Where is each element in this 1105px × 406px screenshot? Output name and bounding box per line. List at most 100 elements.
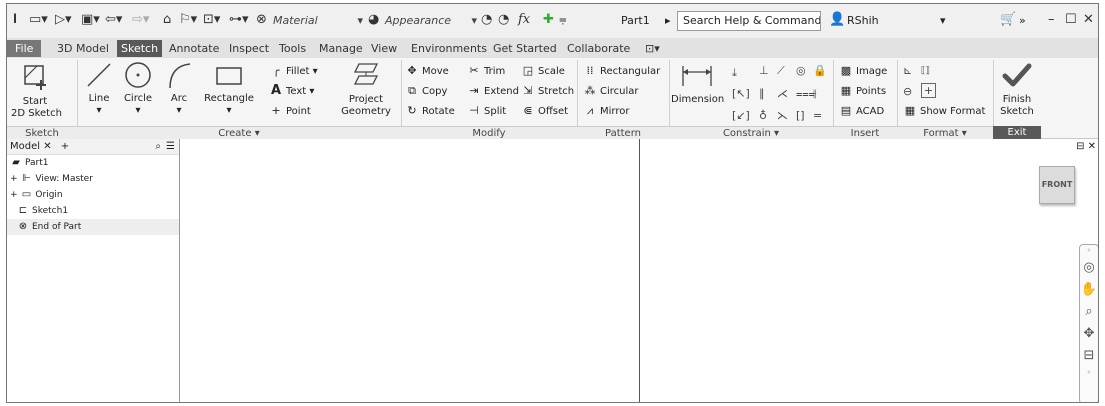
rectangle-button[interactable]: Rectangle ▾ [203,60,255,117]
perpendicular-constraint-icon[interactable]: ⊥ [759,64,769,78]
rectangular-pattern-button[interactable]: ⁞⁞ Rectangular [583,63,661,79]
tab-tools[interactable]: Tools [279,41,306,56]
insert-acad-button[interactable]: ▤ ACAD [839,103,884,119]
rotate-button[interactable]: ↻ Rotate [405,103,454,119]
open-file-icon[interactable]: ▷▾ [55,12,72,28]
add-icon[interactable]: ✚ [543,12,554,28]
browser-tab-model[interactable]: Model [10,141,40,152]
search-input[interactable]: Search Help & Commands... [677,11,821,31]
parameters-icon[interactable]: fx [518,12,530,28]
undo-icon[interactable]: ⇦▾ [105,12,122,28]
viewcube[interactable]: FRONT [1039,166,1075,204]
user-icon[interactable]: 👤 [829,12,845,28]
coincident-constraint-icon[interactable]: ⤓ [732,66,737,80]
tab-file[interactable]: File [7,40,42,57]
minimize-icon[interactable]: – [1048,12,1055,28]
concentric-constraint-icon[interactable]: [↙] [732,109,750,123]
pan-icon[interactable]: ✋ [1080,279,1098,301]
user-dropdown-icon[interactable]: ▾ [940,14,946,28]
select-icon[interactable]: ⊡▾ [203,12,220,28]
tab-annotate[interactable]: Annotate [169,41,219,56]
app-menu-icon[interactable]: 𝐈 [13,12,17,28]
equal-length-icon[interactable]: ⋋ [777,109,788,123]
split-button[interactable]: ⊣ Split [467,103,506,119]
close-icon[interactable]: ✕ [1083,12,1094,28]
tree-item-origin[interactable]: + ▭ Origin [7,187,179,203]
circular-pattern-button[interactable]: ⁂ Circular [583,83,639,99]
copy-button[interactable]: ⧉ Copy [405,83,447,99]
fix-constraint-icon[interactable]: 🔒 [813,64,827,78]
text-button[interactable]: A Text ▾ [269,83,314,99]
tab-environments[interactable]: Environments [411,41,487,56]
scale-button[interactable]: ◲ Scale [521,63,565,79]
finish-sketch-button[interactable]: Finish Sketch [995,60,1039,118]
constrain-panel-title[interactable]: Constrain ▾ [669,126,833,139]
new-file-icon[interactable]: ▭▾ [29,12,48,28]
symmetric-constraint-icon[interactable]: ♁ [759,109,767,123]
stretch-button[interactable]: ⇲ Stretch [521,83,574,99]
dimension-button[interactable]: Dimension [671,60,724,106]
update-icon[interactable]: ⊶▾ [229,12,249,28]
redo-icon[interactable]: ⇨▾ [132,12,149,28]
graphics-window[interactable]: ⊟ ✕ FRONT ◦ ◎ ✋ ⌕ ✥ ⊟ ◦ [180,139,1098,402]
expand-icon[interactable]: + [10,190,18,200]
look-at-icon[interactable]: ⊟ [1080,345,1098,367]
extend-button[interactable]: ⇥ Extend [467,83,519,99]
move-button[interactable]: ✥ Move [405,63,448,79]
browser-menu-icon[interactable]: ☰ [166,139,175,155]
concentric-icon[interactable]: ◎ [796,64,806,78]
steering-wheel-icon[interactable]: ◎ [1080,257,1098,279]
tab-manage[interactable]: Manage [319,41,363,56]
offset-button[interactable]: ⋐ Offset [521,103,568,119]
insert-image-button[interactable]: ▩ Image [839,63,888,79]
construction-icon[interactable]: ⊾ [903,64,912,78]
customize-icon[interactable]: ⩦ [559,12,567,28]
collinear-constraint-icon[interactable]: [↖] [732,87,750,101]
navbar-top-icon[interactable]: ◦ [1080,245,1098,257]
add-browser-tab-icon[interactable]: + [61,141,69,152]
line-button[interactable]: Line ▾ [82,60,116,117]
projects-icon[interactable]: ⚐▾ [179,12,197,28]
tab-options-icon[interactable]: ⊡▾ [645,41,660,56]
cart-icon[interactable]: 🛒 [1000,12,1016,28]
centerpoint-icon[interactable]: ⊖ [903,85,912,99]
fillet-button[interactable]: ╭ Fillet ▾ [269,63,318,79]
arc-button[interactable]: Arc ▾ [163,60,195,117]
zoom-icon[interactable]: ⌕ [1080,301,1098,323]
material-dropdown[interactable]: Material ▾ [273,13,365,30]
driven-dimension-icon[interactable]: ⟦⟧ [921,64,930,78]
appearance-dropdown[interactable]: Appearance ▾ [385,13,479,30]
expand-icon[interactable]: + [10,174,18,184]
trim-button[interactable]: ✂ Trim [467,63,505,79]
home-icon[interactable]: ⌂ [163,12,171,28]
tangent-constraint-icon[interactable]: ⟋ [777,64,785,78]
tab-collaborate[interactable]: Collaborate [567,41,630,56]
circle-button[interactable]: Circle ▾ [120,60,156,117]
tab-inspect[interactable]: Inspect [229,41,269,56]
navbar-bottom-icon[interactable]: ◦ [1080,367,1098,379]
tree-item-end-of-part[interactable]: ⊗ End of Part [7,219,179,235]
start-2d-sketch-button[interactable]: Start 2D Sketch [11,60,62,120]
insert-points-button[interactable]: ▦ Points [839,83,886,99]
maximize-icon[interactable]: ☐ [1065,12,1077,28]
create-panel-title[interactable]: Create ▾ [77,126,401,139]
tab-get-started[interactable]: Get Started [493,41,557,56]
point-button[interactable]: + Point [269,103,310,119]
clear-appearance-icon[interactable]: ◔ [498,12,509,28]
equal-constraint-icon[interactable]: = [813,109,822,123]
smooth-constraint-icon[interactable]: ⋌ [777,87,788,101]
tab-3d-model[interactable]: 3D Model [57,41,109,56]
show-format-button[interactable]: ▦ Show Format [903,103,986,119]
bracket-constraint-icon[interactable]: [] [796,109,805,123]
orbit-icon[interactable]: ✥ [1080,323,1098,345]
centerline-icon[interactable]: + [921,83,936,98]
overflow-icon[interactable]: » [1019,14,1026,28]
tab-view[interactable]: View [371,41,397,56]
parallel-constraint-icon[interactable]: ∥ [759,87,765,101]
tree-item-view-master[interactable]: + ⊩ View: Master [7,171,179,187]
tree-item-part1[interactable]: ▰ Part1 [7,155,179,171]
tree-item-sketch1[interactable]: ⊏ Sketch1 [7,203,179,219]
user-name[interactable]: RShih [847,14,879,28]
save-icon[interactable]: ▣▾ [81,12,100,28]
mirror-button[interactable]: ⩘ Mirror [583,103,630,119]
